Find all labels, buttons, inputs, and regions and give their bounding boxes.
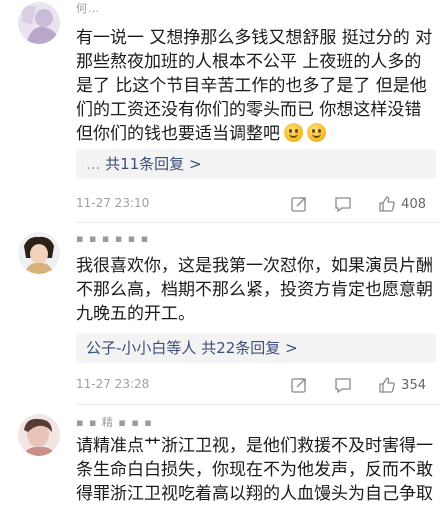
divider [76, 222, 440, 223]
comment-text: 有一说一 又想挣那么多钱又想舒服 挺过分的 对那些熬夜加班的人根本不公平 上夜班… [76, 26, 436, 146]
chevron-right-icon: > [285, 339, 298, 357]
like-count: 354 [401, 377, 426, 393]
username[interactable]: ▪ ▪ 精 ▪ ▪ ▪ [76, 414, 153, 430]
comment-text: 请精准点艹浙江卫视，是他们救援不及时害得一条生命白白损失，你现在不为他发声，反而… [76, 436, 433, 504]
comment-actions: 354 [265, 375, 426, 395]
comment-meta: 11-27 23:10 408 [76, 194, 426, 214]
username[interactable]: ▪ ▪ ▪ ▪ ▪ ▪ [76, 232, 149, 245]
reply-count-link[interactable]: 共11条回复 [105, 155, 184, 173]
like-count: 408 [401, 196, 426, 212]
avatar[interactable] [18, 414, 60, 456]
comment-icon[interactable] [333, 194, 353, 214]
chevron-right-icon: > [188, 155, 202, 173]
reply-count-link[interactable]: 共22条回复 [201, 339, 280, 357]
comment-time: 11-27 23:28 [76, 377, 150, 391]
username[interactable]: 何… [76, 0, 100, 16]
smile-emoji-icon [307, 123, 326, 142]
divider [76, 404, 440, 405]
avatar[interactable] [18, 232, 60, 274]
smile-emoji-icon [284, 123, 303, 142]
reply-users[interactable]: 公子-小小白等人 [86, 339, 196, 357]
share-icon[interactable] [289, 375, 309, 395]
comment-text-content: 有一说一 又想挣那么多钱又想舒服 挺过分的 对那些熬夜加班的人根本不公平 上夜班… [76, 28, 433, 144]
comment-time: 11-27 23:10 [76, 196, 150, 210]
comment-text: 我很喜欢你，这是我第一次怼你，如果演员片酬不那么高，档期不那么紧，投资方肯定也愿… [76, 256, 433, 324]
comment-actions: 408 [265, 194, 426, 214]
comment-icon[interactable] [333, 375, 353, 395]
reply-prefix: ... [86, 155, 101, 173]
reply-summary-box[interactable]: 公子-小小白等人 共22条回复 > [76, 333, 436, 363]
comment-meta: 11-27 23:28 354 [76, 375, 426, 395]
reply-summary-box[interactable]: ... 共11条回复 > [76, 149, 436, 179]
share-icon[interactable] [289, 194, 309, 214]
thumbs-up-icon[interactable] [377, 194, 397, 214]
avatar[interactable] [18, 2, 60, 44]
thumbs-up-icon[interactable] [377, 375, 397, 395]
